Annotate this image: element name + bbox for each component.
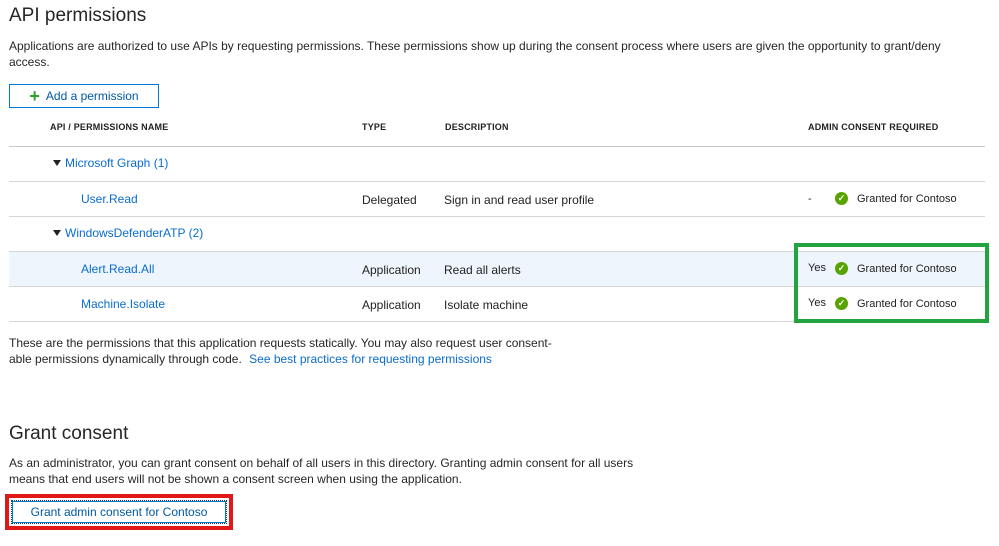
grant-button-highlight	[5, 494, 233, 530]
column-header-api: API / PERMISSIONS NAME	[50, 122, 169, 132]
grant-consent-line1: As an administrator, you can grant conse…	[9, 456, 634, 470]
column-header-admin-consent: ADMIN CONSENT REQUIRED	[808, 122, 939, 132]
grant-consent-line2: means that end users will not be shown a…	[9, 472, 462, 486]
group-row-microsoft-graph[interactable]: Microsoft Graph (1)	[9, 147, 985, 182]
permission-description: Isolate machine	[444, 298, 529, 312]
caret-down-icon	[53, 160, 61, 166]
permissions-footer-note: These are the permissions that this appl…	[9, 335, 609, 367]
permission-description: Read all alerts	[444, 263, 521, 277]
footer-note-line2: able permissions dynamically through cod…	[9, 352, 242, 366]
status-text: Granted for Contoso	[857, 192, 957, 205]
permission-name-link[interactable]: Machine.Isolate	[81, 297, 165, 311]
plus-icon: +	[29, 86, 40, 106]
api-permissions-description: Applications are authorized to use APIs …	[9, 39, 941, 69]
column-header-type: TYPE	[362, 122, 387, 132]
add-permission-label: Add a permission	[45, 89, 139, 103]
add-permission-button[interactable]: + Add a permission	[9, 84, 159, 108]
group-toggle[interactable]: Microsoft Graph (1)	[53, 156, 168, 170]
consent-status-highlight	[794, 243, 989, 323]
status-badge: ✓ Granted for Contoso	[835, 192, 957, 205]
grant-consent-description: As an administrator, you can grant conse…	[9, 455, 709, 487]
permission-type: Application	[362, 298, 421, 312]
admin-required-value: -	[808, 193, 812, 205]
permission-type: Delegated	[362, 193, 417, 207]
group-name: Microsoft Graph (1)	[65, 156, 169, 170]
check-circle-icon: ✓	[835, 192, 848, 205]
caret-down-icon	[53, 230, 61, 236]
permission-name-link[interactable]: Alert.Read.All	[81, 262, 154, 276]
best-practices-link[interactable]: See best practices for requesting permis…	[249, 352, 492, 366]
permission-type: Application	[362, 263, 421, 277]
group-name: WindowsDefenderATP (2)	[65, 226, 204, 240]
table-row[interactable]: User.Read Delegated Sign in and read use…	[9, 182, 985, 217]
column-header-description: DESCRIPTION	[445, 122, 509, 132]
grant-consent-title: Grant consent	[9, 423, 129, 444]
footer-note-line1: These are the permissions that this appl…	[9, 336, 552, 350]
permission-description: Sign in and read user profile	[444, 193, 595, 207]
page-title: API permissions	[9, 5, 147, 26]
permission-name-link[interactable]: User.Read	[81, 192, 138, 206]
group-toggle[interactable]: WindowsDefenderATP (2)	[53, 226, 203, 240]
